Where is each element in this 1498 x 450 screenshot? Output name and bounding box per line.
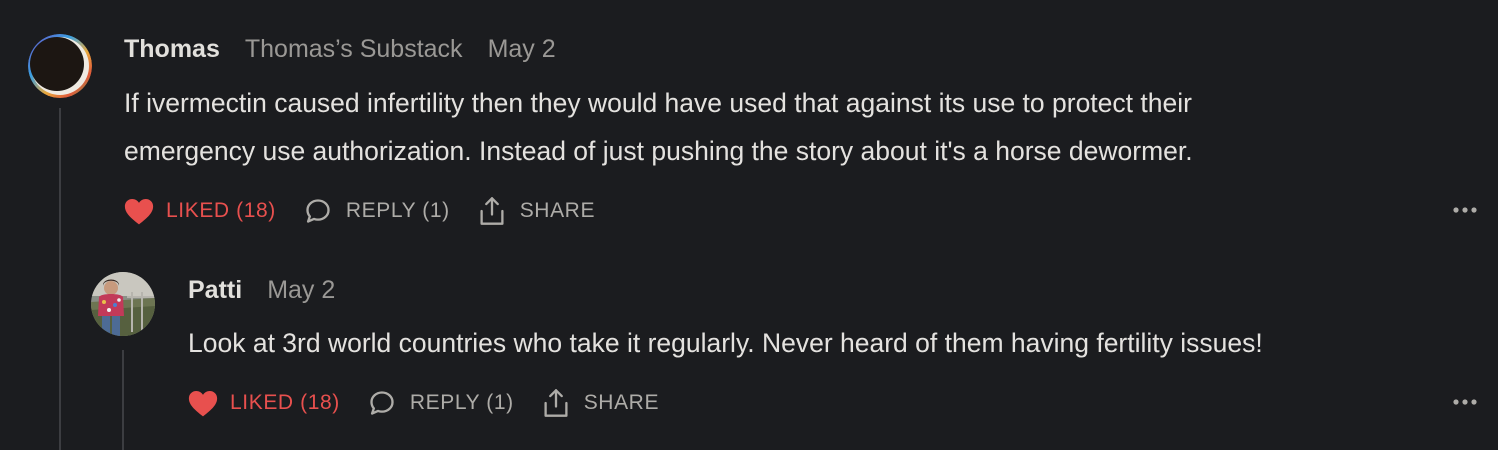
avatar-image — [28, 34, 92, 98]
publication-name[interactable]: Thomas’s Substack — [245, 35, 463, 64]
reply-label: REPLY (1) — [409, 391, 514, 414]
reply-label: REPLY (1) — [345, 199, 450, 222]
more-dots-icon — [1453, 399, 1477, 405]
share-upload-icon — [544, 389, 568, 417]
comment-date[interactable]: May 2 — [267, 276, 335, 305]
comment-body-line: emergency use authorization. Instead of … — [124, 136, 1193, 166]
thread-line-reply — [122, 350, 124, 450]
comment-body: If ivermectin caused infertility then th… — [124, 79, 1193, 175]
share-button[interactable]: SHARE — [478, 196, 595, 226]
like-button[interactable]: LIKED (18) — [188, 390, 340, 417]
share-upload-icon — [480, 197, 504, 225]
thread-line-main — [59, 108, 61, 450]
more-dots-icon — [1453, 207, 1477, 213]
comment-body-line: Look at 3rd world countries who take it … — [188, 328, 1263, 358]
author-name[interactable]: Thomas — [124, 35, 220, 64]
speech-bubble-icon — [370, 391, 394, 415]
avatar[interactable] — [28, 34, 92, 98]
reply-button[interactable]: REPLY (1) — [304, 197, 450, 225]
speech-bubble-icon — [306, 199, 330, 223]
avatar[interactable] — [91, 272, 155, 336]
author-name[interactable]: Patti — [188, 276, 242, 305]
comment-body: Look at 3rd world countries who take it … — [188, 319, 1263, 367]
heart-icon — [188, 390, 218, 416]
comment-body-line: If ivermectin caused infertility then th… — [124, 88, 1192, 118]
comment-actions: LIKED (18) REPLY (1) SHARE — [124, 196, 595, 226]
heart-icon — [124, 198, 154, 224]
comment-header: Patti May 2 — [188, 276, 335, 305]
share-label: SHARE — [583, 391, 660, 414]
like-button[interactable]: LIKED (18) — [124, 198, 276, 225]
more-options-button[interactable] — [1452, 203, 1478, 221]
comment-header: Thomas Thomas’s Substack May 2 — [124, 35, 556, 64]
comment-actions: LIKED (18) REPLY (1) SHARE — [188, 388, 659, 418]
share-button[interactable]: SHARE — [542, 388, 659, 418]
like-label: LIKED (18) — [166, 199, 276, 222]
more-options-button[interactable] — [1452, 395, 1478, 413]
comment-date[interactable]: May 2 — [488, 35, 556, 64]
avatar-image — [91, 272, 155, 336]
reply-button[interactable]: REPLY (1) — [368, 389, 514, 417]
share-label: SHARE — [519, 199, 596, 222]
like-label: LIKED (18) — [230, 391, 340, 414]
